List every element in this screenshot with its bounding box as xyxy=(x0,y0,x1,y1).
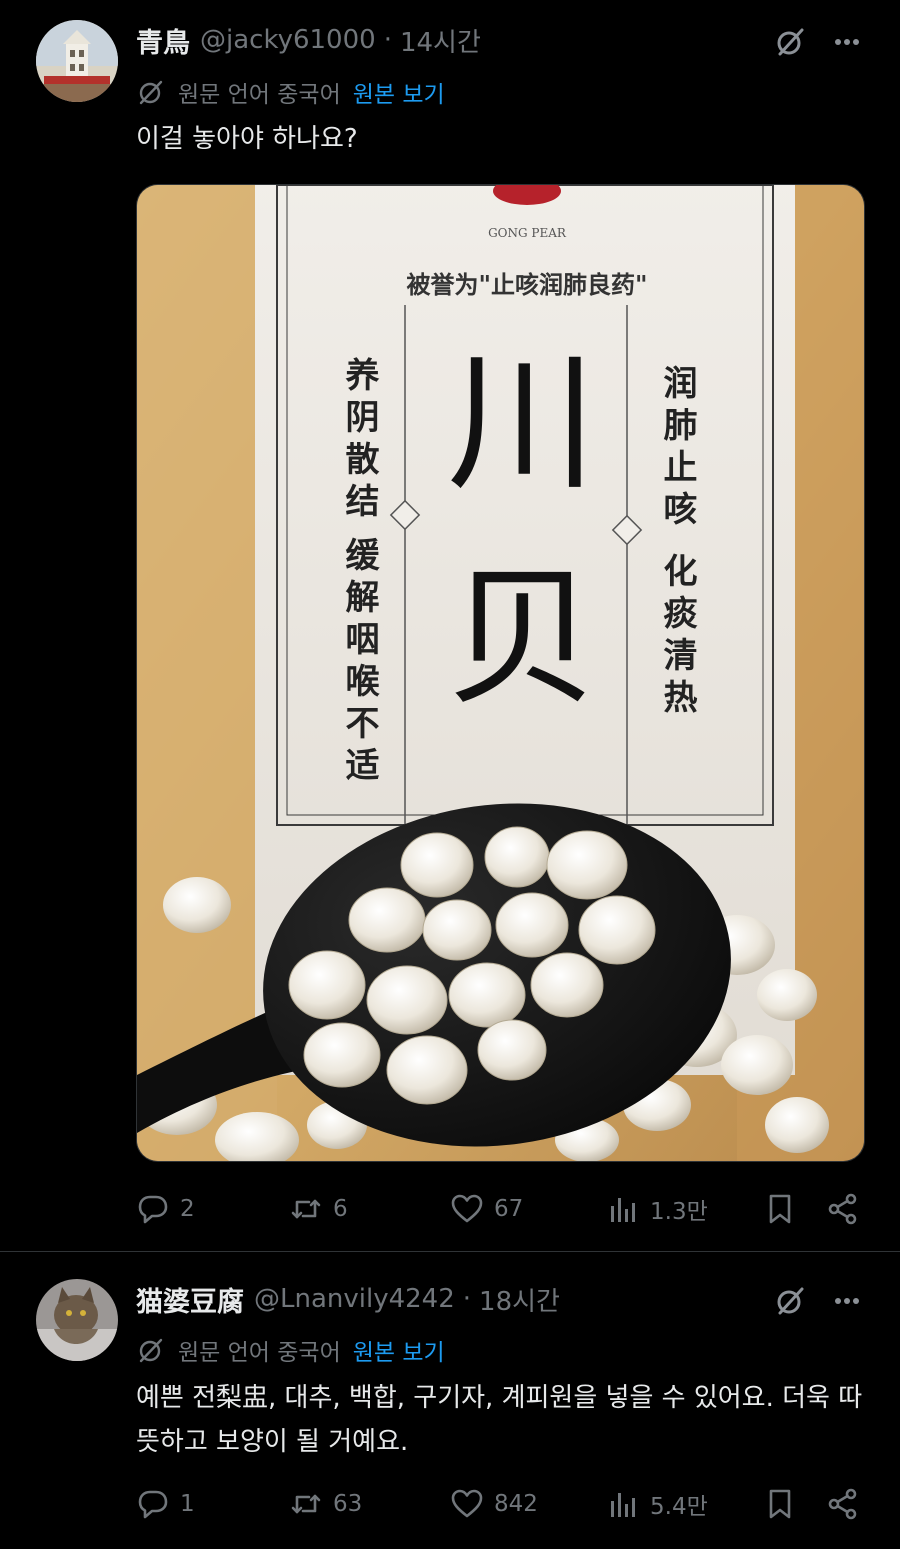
share-icon xyxy=(828,1193,857,1225)
tweet-text: 이걸 놓아야 하나요? xyxy=(136,124,358,154)
tweet-header: 猫婆豆腐 @Lnanvily4242 · 18시간 xyxy=(136,1280,560,1319)
like-button[interactable]: 67 xyxy=(450,1185,523,1233)
user-handle[interactable]: @jacky61000 xyxy=(200,25,376,55)
title-char-top: 川 xyxy=(447,337,597,511)
like-icon xyxy=(451,1489,483,1518)
like-button[interactable]: 842 xyxy=(450,1480,538,1528)
avatar[interactable] xyxy=(36,20,118,102)
grok-icon[interactable] xyxy=(770,22,810,62)
grok-icon[interactable] xyxy=(770,1281,810,1321)
reply-count: 1 xyxy=(180,1491,195,1517)
share-button[interactable] xyxy=(826,1480,860,1528)
reply-icon xyxy=(138,1195,168,1224)
translation-language-label: 원문 언어 중국어 xyxy=(178,1340,341,1366)
more-icon[interactable] xyxy=(827,22,867,62)
view-count: 1.3만 xyxy=(650,1199,708,1225)
bookmark-button[interactable] xyxy=(763,1480,797,1528)
tweet-header: 青鳥 @jacky61000 · 14시간 xyxy=(136,21,481,60)
repost-button[interactable]: 6 xyxy=(289,1185,348,1233)
display-name[interactable]: 猫婆豆腐 xyxy=(136,1280,244,1319)
title-char-bottom: 贝 xyxy=(447,552,597,726)
share-icon xyxy=(828,1488,857,1520)
separator-dot: · xyxy=(383,25,392,55)
views-icon xyxy=(611,1493,635,1517)
reply-button[interactable]: 2 xyxy=(136,1185,195,1233)
reply-button[interactable]: 1 xyxy=(136,1480,195,1528)
reply-icon xyxy=(138,1490,168,1519)
separator-dot: · xyxy=(462,1284,472,1314)
translation-notice: 원문 언어 중국어 원본 보기 xyxy=(136,1333,445,1367)
bookmark-icon xyxy=(769,1194,791,1224)
tweet-actions: 1 63 842 5.4만 xyxy=(136,1480,866,1528)
repost-count: 6 xyxy=(333,1196,348,1222)
right-column-2: 化痰清热 xyxy=(657,553,697,721)
show-original-link[interactable]: 원본 보기 xyxy=(353,1333,445,1367)
translation-notice: 원문 언어 중국어 원본 보기 xyxy=(136,75,445,109)
user-handle[interactable]: @Lnanvily4242 xyxy=(254,1284,455,1314)
repost-button[interactable]: 63 xyxy=(289,1480,362,1528)
share-button[interactable] xyxy=(826,1185,860,1233)
views-icon xyxy=(611,1198,635,1222)
bookmark-button[interactable] xyxy=(763,1185,797,1233)
like-icon xyxy=(451,1194,483,1223)
tweet-actions: 2 6 67 1.3만 xyxy=(136,1185,866,1233)
view-count: 5.4만 xyxy=(650,1494,708,1520)
translation-language-label: 원문 언어 중국어 xyxy=(178,82,341,108)
repost-count: 63 xyxy=(333,1491,363,1517)
slogan-text: 被誉为"止咳润肺良药" xyxy=(406,270,647,299)
brand-line: GONG PEAR xyxy=(488,226,567,240)
reply-count: 2 xyxy=(180,1196,195,1222)
translate-icon xyxy=(139,80,163,105)
left-column-2: 缓解咽喉不适 xyxy=(339,537,379,789)
translate-icon xyxy=(139,1338,163,1363)
left-column-1: 养阴散结 xyxy=(339,356,379,525)
views-button[interactable]: 5.4만 xyxy=(606,1480,708,1528)
views-button[interactable]: 1.3만 xyxy=(606,1185,708,1233)
display-name[interactable]: 青鳥 xyxy=(136,21,190,60)
bookmark-icon xyxy=(769,1489,791,1519)
right-column-1: 润肺止咳 xyxy=(657,365,697,533)
like-count: 842 xyxy=(494,1491,538,1517)
timestamp[interactable]: 18시간 xyxy=(479,1281,560,1318)
timestamp[interactable]: 14시간 xyxy=(400,22,481,59)
more-icon[interactable] xyxy=(827,1281,867,1321)
tweet-text: 예쁜 전梨盅, 대추, 백합, 구기자, 계피원을 넣을 수 있어요. 더욱 따… xyxy=(136,1383,863,1457)
tweet-image[interactable]: GONG PEAR 被誉为"止咳润肺良药" 川 贝 养阴散结 缓解咽喉不适 润肺… xyxy=(136,184,865,1162)
repost-icon xyxy=(291,1199,321,1219)
avatar[interactable] xyxy=(36,1279,118,1361)
like-count: 67 xyxy=(494,1196,524,1222)
tweet[interactable]: 青鳥 @jacky61000 · 14시간 원문 언어 중국어 원본 보기 이걸… xyxy=(0,0,900,1252)
tweet[interactable]: 猫婆豆腐 @Lnanvily4242 · 18시간 원문 언어 중국어 원본 보… xyxy=(0,1252,900,1549)
show-original-link[interactable]: 원본 보기 xyxy=(353,75,445,109)
repost-icon xyxy=(291,1494,321,1514)
